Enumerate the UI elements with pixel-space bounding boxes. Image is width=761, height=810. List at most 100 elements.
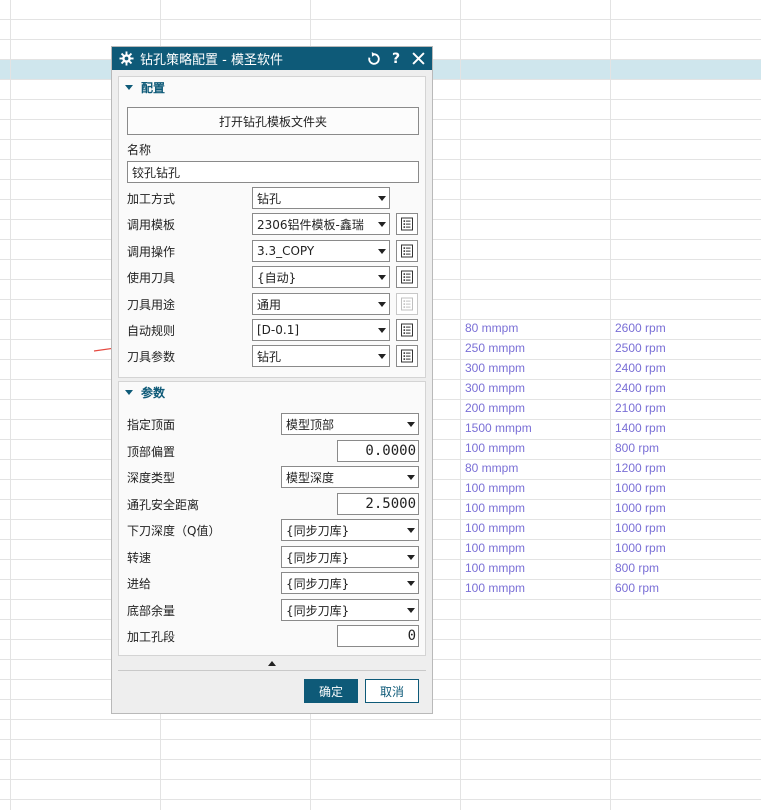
help-icon[interactable]: ? [388,51,404,67]
sheet-cell-feed[interactable]: 100 mmpm [465,478,525,498]
param-row-label: 通孔安全距离 [127,493,199,515]
sheet-cell-speed[interactable]: 2400 rpm [615,358,666,378]
chevron-down-icon [404,474,418,480]
param-select[interactable]: {同步刀库} [281,599,419,621]
chevron-down-icon [404,607,418,613]
sheet-cell-feed[interactable]: 100 mmpm [465,578,525,598]
sheet-cell-speed[interactable]: 800 rpm [615,438,659,458]
param-number-input[interactable]: 0.0000 [337,440,419,462]
sheet-cell-speed[interactable]: 2400 rpm [615,378,666,398]
ok-button[interactable]: 确定 [304,679,358,703]
name-label: 名称 [127,142,152,157]
config-select[interactable]: 2306铝件模板-鑫瑞 [252,213,390,235]
close-icon[interactable] [410,51,426,67]
config-row-label: 自动规则 [127,319,175,341]
chevron-down-icon [375,274,389,280]
select-value: {同步刀库} [286,576,350,591]
field-label: 调用模板 [127,217,176,232]
param-select[interactable]: {同步刀库} [281,572,419,594]
config-select[interactable]: 钻孔 [252,187,390,209]
param-select[interactable]: {同步刀库} [281,519,419,541]
list-icon[interactable] [396,345,418,367]
sheet-cell-speed[interactable]: 600 rpm [615,578,659,598]
field-label: 指定顶面 [127,417,176,432]
list-icon[interactable] [396,319,418,341]
sheet-cell-feed[interactable]: 300 mmpm [465,378,525,398]
param-row-label: 深度类型 [127,466,175,488]
sheet-cell-feed[interactable]: 80 mmpm [465,318,518,338]
config-panel-header[interactable]: 配置 [119,77,425,97]
sheet-cell-feed[interactable]: 100 mmpm [465,498,525,518]
name-input[interactable]: 铰孔钻孔 [127,161,419,183]
sheet-cell-feed[interactable]: 250 mmpm [465,338,525,358]
param-select[interactable]: 模型顶部 [281,413,419,435]
select-value: 2306铝件模板-鑫瑞 [257,217,364,232]
param-number-input[interactable]: 0 [337,625,419,647]
config-header-label: 配置 [141,80,166,95]
param-row-label: 加工孔段 [127,625,175,647]
params-header-label: 参数 [141,385,166,400]
sheet-cell-feed[interactable]: 200 mmpm [465,398,525,418]
config-row-label: 刀具用途 [127,293,175,315]
field-label: 进给 [127,576,152,591]
sheet-cell-feed[interactable]: 80 mmpm [465,458,518,478]
field-label: 下刀深度（Q值） [127,523,221,538]
select-value: 通用 [257,297,282,312]
chevron-down-icon [404,527,418,533]
sheet-cell-speed[interactable]: 2100 rpm [615,398,666,418]
field-label: 顶部偏置 [127,444,176,459]
param-number-input[interactable]: 2.5000 [337,493,419,515]
field-label: 深度类型 [127,470,176,485]
sheet-cell-feed[interactable]: 1500 mmpm [465,418,532,438]
param-row-label: 底部余量 [127,599,175,621]
sheet-cell-speed[interactable]: 2500 rpm [615,338,666,358]
sheet-cell-speed[interactable]: 1200 rpm [615,458,666,478]
drill-strategy-dialog: 钻孔策略配置 - 模圣软件 ? 配置 打开钻孔模板文件夹 名称 铰孔钻孔 加工方… [111,46,433,714]
config-select[interactable]: {自动} [252,266,390,288]
field-label: 通孔安全距离 [127,497,200,512]
config-select[interactable]: 通用 [252,293,390,315]
config-row-label: 加工方式 [127,187,175,209]
list-icon[interactable] [396,240,418,262]
select-value: {自动} [257,270,297,285]
param-row-label: 指定顶面 [127,413,175,435]
select-value: 3.3_COPY [257,244,315,258]
param-select[interactable]: 模型深度 [281,466,419,488]
config-row-label: 使用刀具 [127,266,175,288]
grid-column-line [10,0,11,810]
config-select[interactable]: 3.3_COPY [252,240,390,262]
field-label: 刀具用途 [127,297,176,312]
config-select[interactable]: 钻孔 [252,345,390,367]
sheet-cell-speed[interactable]: 1400 rpm [615,418,666,438]
sheet-cell-speed[interactable]: 1000 rpm [615,498,666,518]
params-panel: 参数 指定顶面 模型顶部顶部偏置 0.0000 深度类型 模型深度通孔安全距离 2.500… [118,381,426,656]
param-select[interactable]: {同步刀库} [281,546,419,568]
sheet-cell-feed[interactable]: 300 mmpm [465,358,525,378]
chevron-down-icon [375,221,389,227]
sheet-cell-speed[interactable]: 1000 rpm [615,538,666,558]
dialog-titlebar[interactable]: 钻孔策略配置 - 模圣软件 ? [112,47,432,70]
footer-divider [118,670,426,671]
list-icon [396,293,418,315]
sheet-cell-speed[interactable]: 1000 rpm [615,478,666,498]
open-template-folder-button[interactable]: 打开钻孔模板文件夹 [127,107,419,135]
collapse-handle[interactable] [118,658,426,668]
sheet-cell-speed[interactable]: 1000 rpm [615,518,666,538]
chevron-down-icon [375,248,389,254]
params-panel-header[interactable]: 参数 [119,382,425,402]
sheet-cell-speed[interactable]: 2600 rpm [615,318,666,338]
reset-icon[interactable] [366,51,382,67]
list-icon[interactable] [396,266,418,288]
field-label: 使用刀具 [127,270,176,285]
sheet-cell-feed[interactable]: 100 mmpm [465,518,525,538]
cancel-button[interactable]: 取消 [365,679,419,703]
sheet-cell-feed[interactable]: 100 mmpm [465,538,525,558]
chevron-down-icon [375,301,389,307]
sheet-cell-feed[interactable]: 100 mmpm [465,438,525,458]
list-icon[interactable] [396,213,418,235]
chevron-down-icon [375,195,389,201]
select-value: 模型顶部 [286,417,335,432]
sheet-cell-feed[interactable]: 100 mmpm [465,558,525,578]
sheet-cell-speed[interactable]: 800 rpm [615,558,659,578]
config-select[interactable]: [D-0.1] [252,319,390,341]
